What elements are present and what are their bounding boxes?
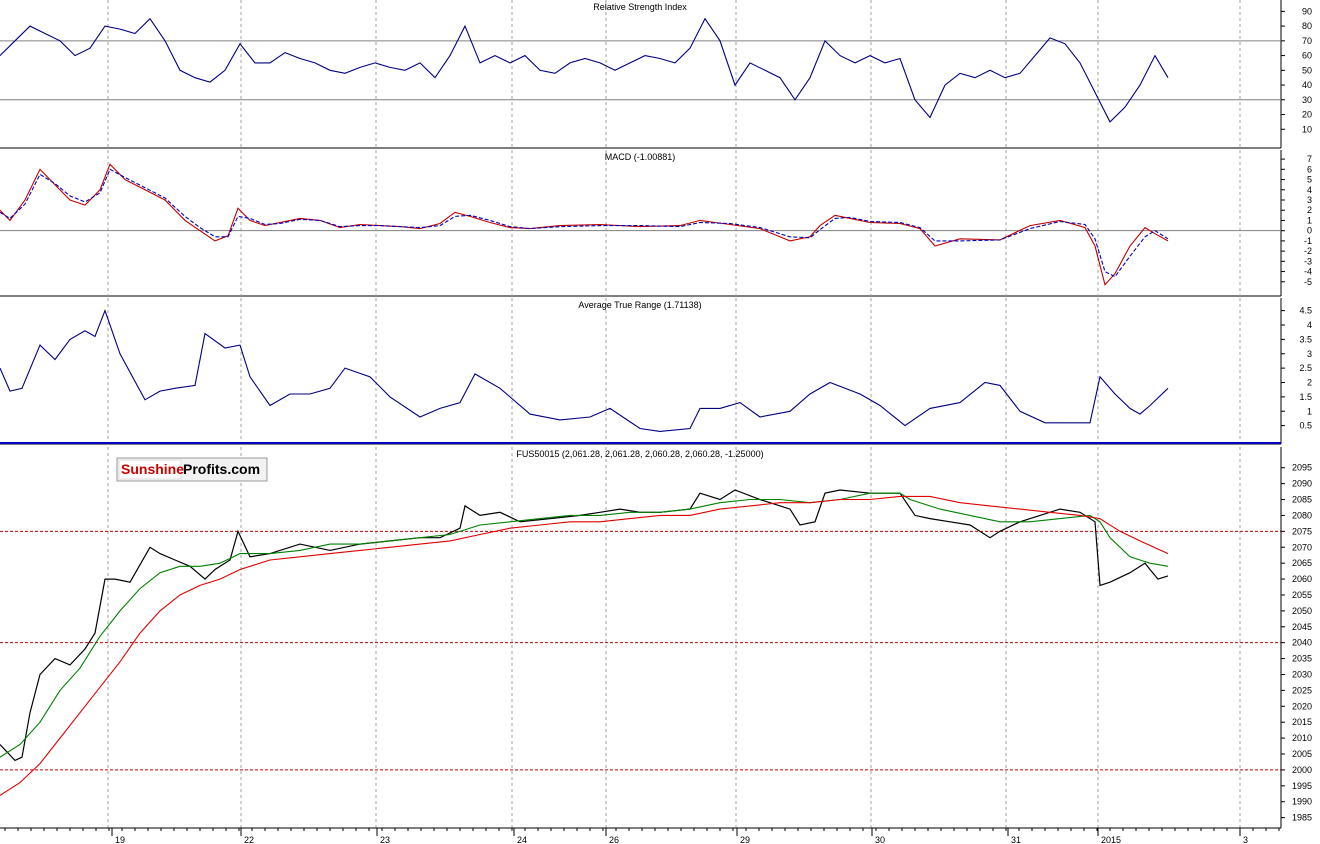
- chart-title: Average True Range (1.71138): [578, 300, 701, 310]
- y-tick-label: 30: [1302, 95, 1312, 105]
- y-tick-label: 0: [1307, 226, 1312, 236]
- y-tick-label: 2020: [1292, 701, 1312, 711]
- y-tick-label: 2045: [1292, 622, 1312, 632]
- chart-title: Relative Strength Index: [593, 2, 687, 12]
- x-tick-label: 19: [115, 835, 125, 844]
- y-tick-label: 50: [1302, 65, 1312, 75]
- y-tick-label: 1985: [1292, 813, 1312, 823]
- y-tick-label: 1: [1307, 406, 1312, 416]
- y-tick-label: 3.5: [1299, 334, 1312, 344]
- y-tick-label: 40: [1302, 80, 1312, 90]
- y-tick-label: 2015: [1292, 717, 1312, 727]
- x-tick-label: 29: [740, 835, 750, 844]
- y-tick-label: 1: [1307, 215, 1312, 225]
- x-tick-label: 2015: [1101, 835, 1121, 844]
- y-tick-label: 6: [1307, 164, 1312, 174]
- x-tick-label: 23: [380, 835, 390, 844]
- logo-profits-text: Profits.com: [183, 461, 260, 477]
- y-tick-label: 60: [1302, 51, 1312, 61]
- y-tick-label: 7: [1307, 154, 1312, 164]
- y-tick-label: 2: [1307, 205, 1312, 215]
- y-tick-label: -1: [1304, 236, 1312, 246]
- y-tick-label: 2095: [1292, 463, 1312, 473]
- x-tick-label: 3: [1243, 835, 1248, 844]
- y-tick-label: 2005: [1292, 749, 1312, 759]
- y-tick-label: -4: [1304, 267, 1312, 277]
- y-tick-label: 2070: [1292, 542, 1312, 552]
- y-tick-label: 2065: [1292, 558, 1312, 568]
- chart-title: FUS50015 (2,061.28, 2,061.28, 2,060.28, …: [516, 449, 763, 459]
- y-tick-label: 4: [1307, 185, 1312, 195]
- y-tick-label: 4.5: [1299, 306, 1312, 316]
- y-tick-label: -3: [1304, 256, 1312, 266]
- y-tick-label: 20: [1302, 110, 1312, 120]
- y-tick-label: 2030: [1292, 669, 1312, 679]
- y-tick-label: 2040: [1292, 638, 1312, 648]
- x-tick-label: 24: [517, 835, 527, 844]
- y-tick-label: 2: [1307, 378, 1312, 388]
- y-tick-label: -5: [1304, 277, 1312, 287]
- y-tick-label: 2000: [1292, 765, 1312, 775]
- y-tick-label: 2060: [1292, 574, 1312, 584]
- x-tick-label: 30: [875, 835, 885, 844]
- sunshine-profits-logo: Sunshine Profits.com: [116, 457, 268, 482]
- y-tick-label: 1995: [1292, 781, 1312, 791]
- y-tick-label: 10: [1302, 124, 1312, 134]
- chart-title: MACD (-1.00881): [605, 152, 676, 162]
- chart-canvas: 102030405060708090Relative Strength Inde…: [0, 0, 1320, 844]
- x-tick-label: 31: [1011, 835, 1021, 844]
- y-tick-label: 2090: [1292, 479, 1312, 489]
- chart-background: [0, 0, 1320, 844]
- y-tick-label: 3: [1307, 349, 1312, 359]
- y-tick-label: 2.5: [1299, 363, 1312, 373]
- x-tick-label: 26: [609, 835, 619, 844]
- y-tick-label: 2025: [1292, 685, 1312, 695]
- y-tick-label: 2080: [1292, 510, 1312, 520]
- logo-sunshine-text: Sunshine: [121, 461, 184, 477]
- y-tick-label: 5: [1307, 175, 1312, 185]
- y-tick-label: 2055: [1292, 590, 1312, 600]
- y-tick-label: 2010: [1292, 733, 1312, 743]
- y-tick-label: 80: [1302, 21, 1312, 31]
- y-tick-label: 70: [1302, 36, 1312, 46]
- y-tick-label: 0.5: [1299, 421, 1312, 431]
- y-tick-label: 4: [1307, 320, 1312, 330]
- y-tick-label: 2035: [1292, 654, 1312, 664]
- y-tick-label: 2075: [1292, 526, 1312, 536]
- x-tick-label: 22: [244, 835, 254, 844]
- y-tick-label: -2: [1304, 246, 1312, 256]
- y-tick-label: 2085: [1292, 495, 1312, 505]
- y-tick-label: 3: [1307, 195, 1312, 205]
- y-tick-label: 90: [1302, 6, 1312, 16]
- y-tick-label: 1990: [1292, 797, 1312, 807]
- y-tick-label: 1.5: [1299, 392, 1312, 402]
- y-tick-label: 2050: [1292, 606, 1312, 616]
